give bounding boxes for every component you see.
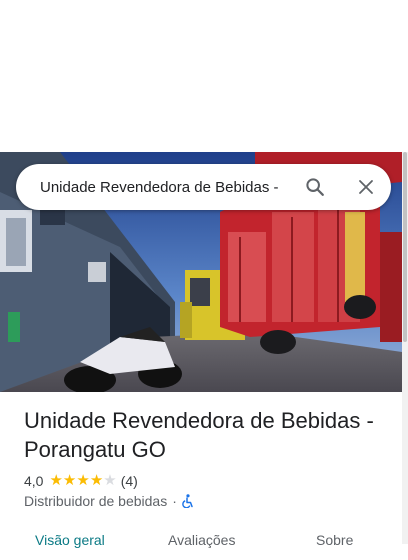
rating-value: 4,0 (24, 473, 44, 489)
scrollbar-thumb[interactable] (403, 152, 407, 342)
search-icon[interactable] (303, 175, 327, 199)
close-icon[interactable] (354, 175, 378, 199)
star-icon: ★ (89, 472, 104, 489)
star-icon: ★ (49, 472, 63, 489)
place-title: Unidade Revendedora de Bebidas - Poranga… (24, 406, 384, 464)
place-title-line2: Porangatu GO (24, 437, 166, 462)
category-row: Distribuidor de bebidas · (24, 492, 194, 510)
search-input[interactable]: Unidade Revendedora de Bebidas - (40, 179, 290, 196)
star-icon: ★ (103, 472, 117, 489)
search-bar[interactable]: Unidade Revendedora de Bebidas - (16, 164, 391, 210)
star-icon: ★ (62, 472, 77, 489)
tab-overview[interactable]: Visão geral (35, 532, 105, 548)
rating-stars: ★ ★ ★ ★ ★ (49, 473, 116, 489)
search-icon-glyph (306, 178, 324, 196)
wheelchair-icon-glyph (182, 494, 193, 508)
review-count[interactable]: (4) (121, 473, 138, 489)
wheelchair-icon[interactable] (182, 494, 194, 508)
separator-dot: · (172, 493, 177, 509)
tab-about[interactable]: Sobre (316, 532, 353, 548)
place-title-line1: Unidade Revendedora de Bebidas - (24, 408, 374, 433)
tab-reviews[interactable]: Avaliações (168, 532, 235, 548)
place-category[interactable]: Distribuidor de bebidas (24, 493, 167, 509)
rating-row[interactable]: 4,0 ★ ★ ★ ★ ★ (4) (24, 472, 138, 490)
tab-bar: Visão geral Avaliações Sobre (0, 530, 402, 560)
star-icon: ★ (76, 472, 90, 489)
close-icon-glyph (359, 180, 373, 194)
blank-area (0, 0, 408, 152)
